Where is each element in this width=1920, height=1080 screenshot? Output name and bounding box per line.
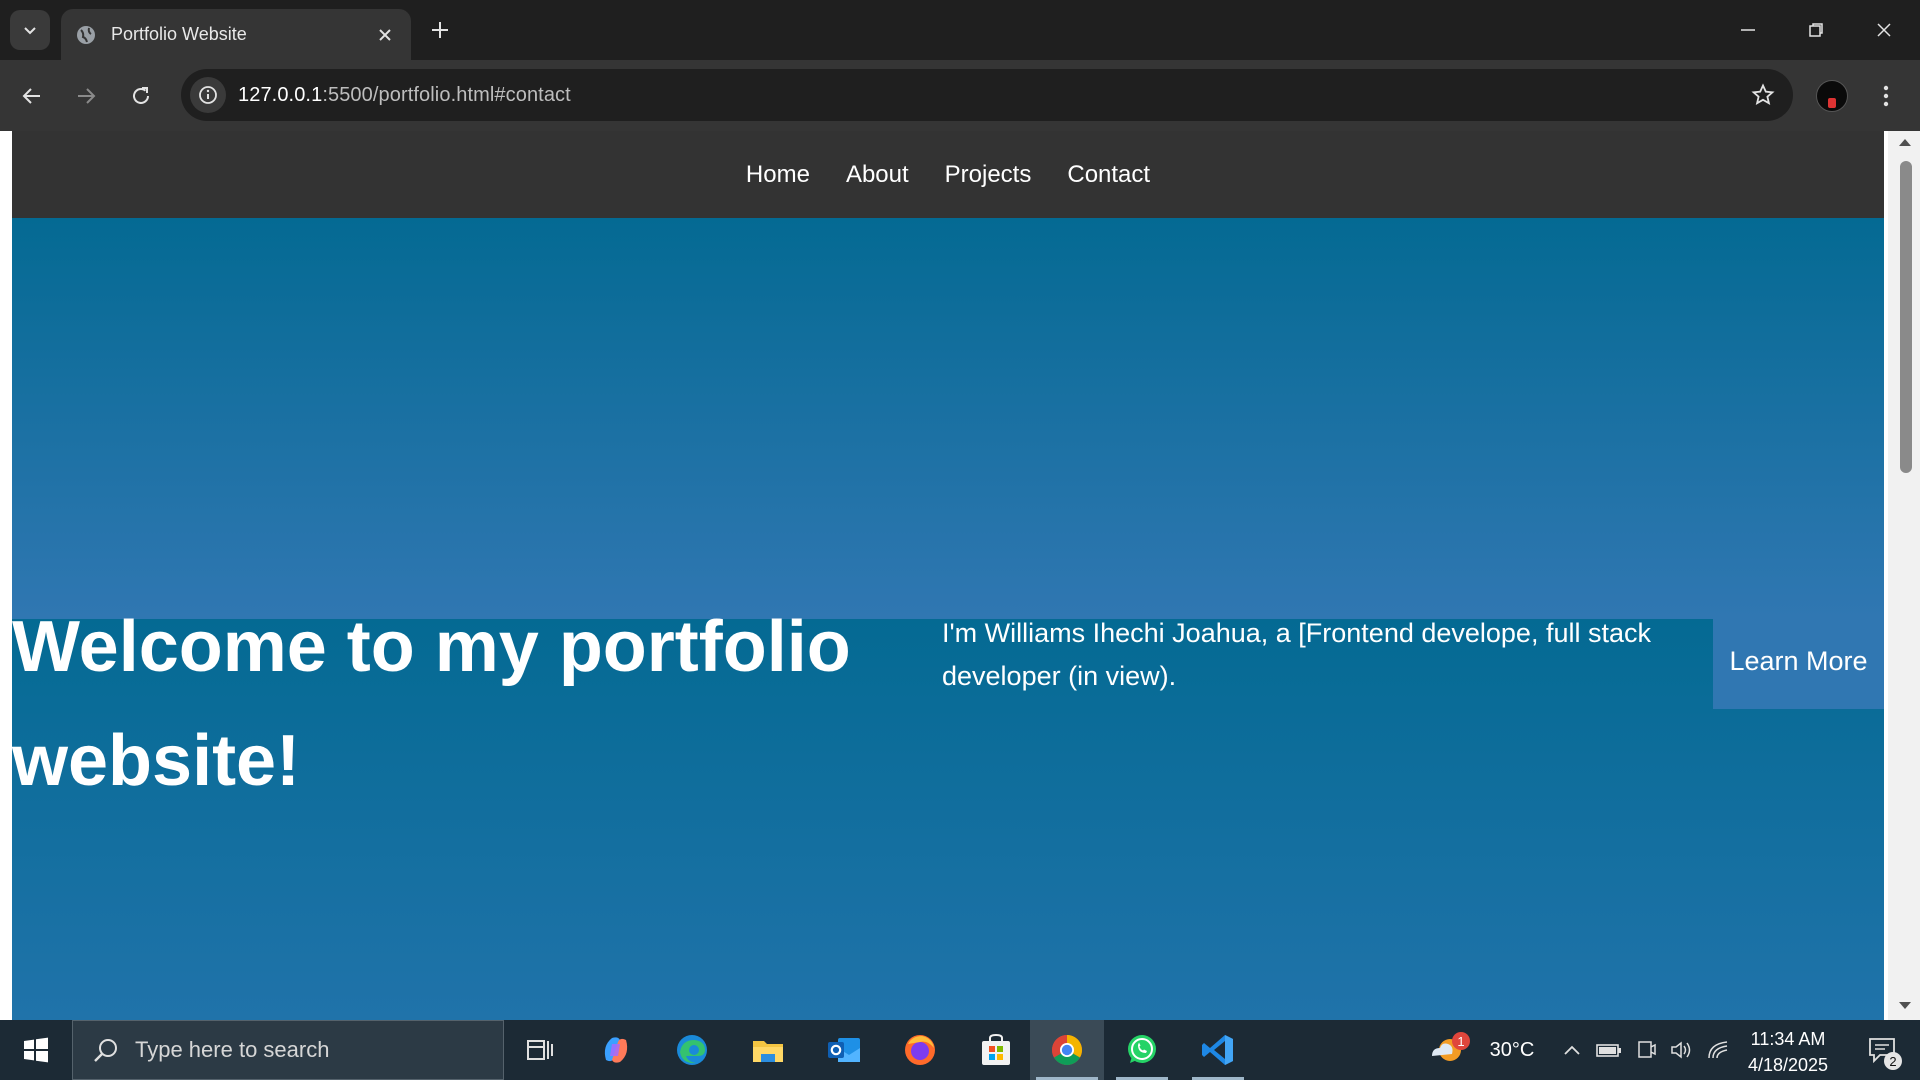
task-view-icon: [527, 1040, 553, 1060]
scrollbar-thumb[interactable]: [1900, 161, 1912, 473]
notification-count-badge: 2: [1884, 1052, 1902, 1070]
battery-tray[interactable]: [1594, 1020, 1624, 1080]
weather-badge: 1: [1452, 1032, 1470, 1050]
show-hidden-icons-button[interactable]: [1560, 1020, 1584, 1080]
portfolio-page: Home About Projects Contact Welcome to m…: [12, 131, 1884, 1020]
webcam-icon: [1638, 1041, 1656, 1058]
nav-link-projects[interactable]: Projects: [945, 161, 1032, 189]
edge-icon: [677, 1035, 707, 1065]
whatsapp-icon: [1128, 1035, 1156, 1063]
hero-section: Welcome to my portfolio website! I'm Wil…: [12, 218, 1884, 1020]
firefox-icon: [905, 1035, 935, 1065]
weather-temperature[interactable]: 30°C: [1480, 1020, 1544, 1080]
forward-button[interactable]: [68, 78, 104, 114]
nav-link-about[interactable]: About: [846, 161, 909, 189]
chrome-icon: [1051, 1035, 1083, 1066]
search-icon: [91, 1035, 121, 1065]
chevron-up-icon: [1564, 1045, 1580, 1055]
speaker-icon: [1671, 1041, 1691, 1059]
close-icon: [1877, 23, 1891, 37]
url-host: 127.0.0.1: [238, 83, 323, 106]
weather-widget[interactable]: 1: [1428, 1020, 1470, 1080]
nav-link-home[interactable]: Home: [746, 161, 810, 189]
search-placeholder: Type here to search: [135, 1037, 330, 1062]
star-icon[interactable]: [1749, 81, 1777, 109]
browser-tab[interactable]: Portfolio Website: [61, 9, 411, 60]
kebab-menu-icon: [1883, 85, 1889, 107]
taskbar-app-whatsapp[interactable]: [1110, 1020, 1174, 1080]
menu-button[interactable]: [1870, 80, 1902, 112]
new-tab-button[interactable]: [424, 14, 456, 46]
arrow-right-icon: [78, 88, 96, 104]
reload-button[interactable]: [123, 78, 159, 114]
nav-link-contact[interactable]: Contact: [1067, 161, 1150, 189]
browser-toolbar: 127.0.0.1:5500/portfolio.html#contact: [0, 60, 1920, 131]
scroll-down-arrow-icon[interactable]: [1898, 1001, 1912, 1011]
scroll-up-arrow-icon[interactable]: [1898, 137, 1912, 147]
store-icon: [982, 1033, 1010, 1065]
copilot-icon: [604, 1037, 628, 1063]
site-info-icon[interactable]: [190, 77, 226, 113]
hero-title: Welcome to my portfolio website!: [12, 607, 851, 801]
taskbar: Type here to search 1 30°C 11:34 AM 4/18…: [0, 1020, 1920, 1080]
taskbar-app-chrome[interactable]: [1030, 1020, 1104, 1080]
restore-button[interactable]: [1788, 8, 1844, 52]
taskbar-clock[interactable]: 11:34 AM 4/18/2025: [1730, 1026, 1846, 1078]
taskbar-app-file-explorer[interactable]: [736, 1020, 800, 1080]
clock-time: 11:34 AM: [1750, 1029, 1826, 1049]
back-button[interactable]: [14, 78, 50, 114]
profile-avatar[interactable]: [1816, 80, 1848, 112]
meet-now-tray[interactable]: [1632, 1020, 1660, 1080]
taskbar-app-copilot[interactable]: [584, 1020, 648, 1080]
hero-intro-text: I'm Williams Ihechi Joahua, a [Frontend …: [942, 618, 1651, 691]
volume-tray[interactable]: [1666, 1020, 1696, 1080]
restore-icon: [1809, 23, 1823, 37]
tab-title: Portfolio Website: [111, 24, 247, 44]
close-tab-icon[interactable]: [373, 23, 397, 47]
site-nav: Home About Projects Contact: [12, 131, 1884, 218]
globe-icon: [75, 24, 97, 46]
taskbar-search[interactable]: Type here to search: [72, 1020, 504, 1080]
start-button[interactable]: [0, 1020, 72, 1080]
windows-logo-icon: [24, 1037, 48, 1063]
vscode-icon: [1202, 1035, 1233, 1065]
chevron-down-icon: [24, 27, 36, 35]
minimize-button[interactable]: [1720, 8, 1776, 52]
page-viewport: Home About Projects Contact Welcome to m…: [0, 131, 1920, 1020]
taskbar-app-edge[interactable]: [660, 1020, 724, 1080]
address-bar[interactable]: 127.0.0.1:5500/portfolio.html#contact: [181, 69, 1793, 121]
taskbar-app-vscode[interactable]: [1186, 1020, 1250, 1080]
battery-icon: [1596, 1044, 1621, 1057]
folder-icon: [753, 1041, 783, 1062]
task-view-button[interactable]: [508, 1020, 572, 1080]
minimize-icon: [1741, 29, 1755, 31]
outlook-icon: [828, 1038, 860, 1062]
reload-icon: [133, 87, 149, 104]
tab-search-button[interactable]: [10, 10, 50, 50]
weather-temp-text: 30°C: [1489, 1038, 1535, 1061]
url-text[interactable]: 127.0.0.1:5500/portfolio.html#contact: [238, 84, 571, 107]
taskbar-app-outlook[interactable]: [812, 1020, 876, 1080]
plus-icon: [432, 22, 448, 38]
learn-more-button[interactable]: Learn More: [1713, 614, 1884, 709]
wifi-icon: [1708, 1041, 1728, 1059]
clock-date: 4/18/2025: [1747, 1055, 1829, 1075]
url-path: :5500/portfolio.html#contact: [322, 83, 571, 106]
taskbar-app-microsoft-store[interactable]: [964, 1020, 1028, 1080]
close-window-button[interactable]: [1856, 8, 1912, 52]
arrow-left-icon: [22, 88, 40, 104]
notification-center-button[interactable]: 2: [1852, 1020, 1912, 1080]
taskbar-app-firefox[interactable]: [888, 1020, 952, 1080]
browser-tabstrip: Portfolio Website: [0, 0, 1920, 60]
